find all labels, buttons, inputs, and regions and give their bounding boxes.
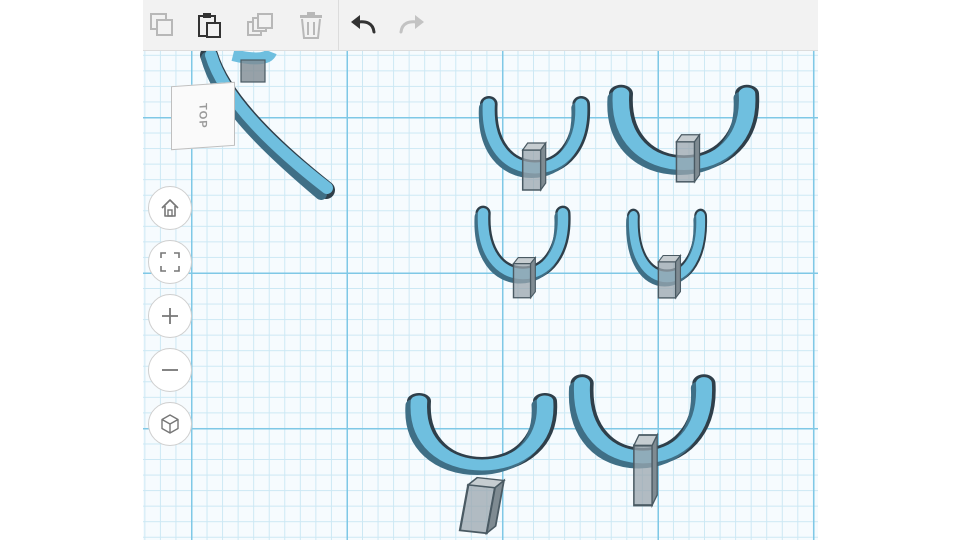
paste-button[interactable] — [193, 8, 227, 42]
fit-frame-icon — [160, 252, 180, 272]
undo-arrow-icon — [351, 15, 376, 34]
u-shape-3[interactable] — [480, 213, 563, 299]
copy-icon — [150, 13, 173, 36]
workplane-grid[interactable] — [143, 51, 818, 540]
delete-button[interactable] — [294, 8, 328, 42]
copy-button[interactable] — [145, 8, 179, 42]
cube-icon — [161, 414, 179, 434]
home-view-button[interactable] — [148, 186, 192, 230]
fit-all-button[interactable] — [148, 240, 192, 284]
trash-icon — [300, 12, 322, 39]
home-icon — [161, 199, 179, 217]
plus-icon — [162, 308, 178, 324]
scene-canvas[interactable] — [143, 51, 818, 540]
u-shape-6[interactable] — [578, 383, 705, 507]
u-shape-5[interactable] — [414, 401, 545, 536]
paste-icon — [198, 13, 221, 38]
zoom-out-button[interactable] — [148, 348, 192, 392]
edit-toolbar — [143, 0, 818, 51]
u-shape-4[interactable] — [631, 216, 701, 299]
u-shape-2[interactable] — [616, 94, 747, 183]
redo-button[interactable] — [395, 8, 429, 42]
undo-button[interactable] — [346, 8, 380, 42]
u-shape-1[interactable] — [485, 104, 581, 191]
zoom-in-button[interactable] — [148, 294, 192, 338]
toolbar-separator — [338, 0, 339, 50]
view-cube-face-label: TOP — [196, 102, 209, 130]
duplicate-icon — [247, 13, 273, 36]
tinkercad-app: TOP — [143, 0, 818, 540]
redo-arrow-icon — [399, 15, 424, 34]
minus-icon — [162, 369, 178, 371]
view-cube[interactable]: TOP — [171, 81, 235, 151]
projection-button[interactable] — [148, 402, 192, 446]
duplicate-button[interactable] — [244, 8, 278, 42]
